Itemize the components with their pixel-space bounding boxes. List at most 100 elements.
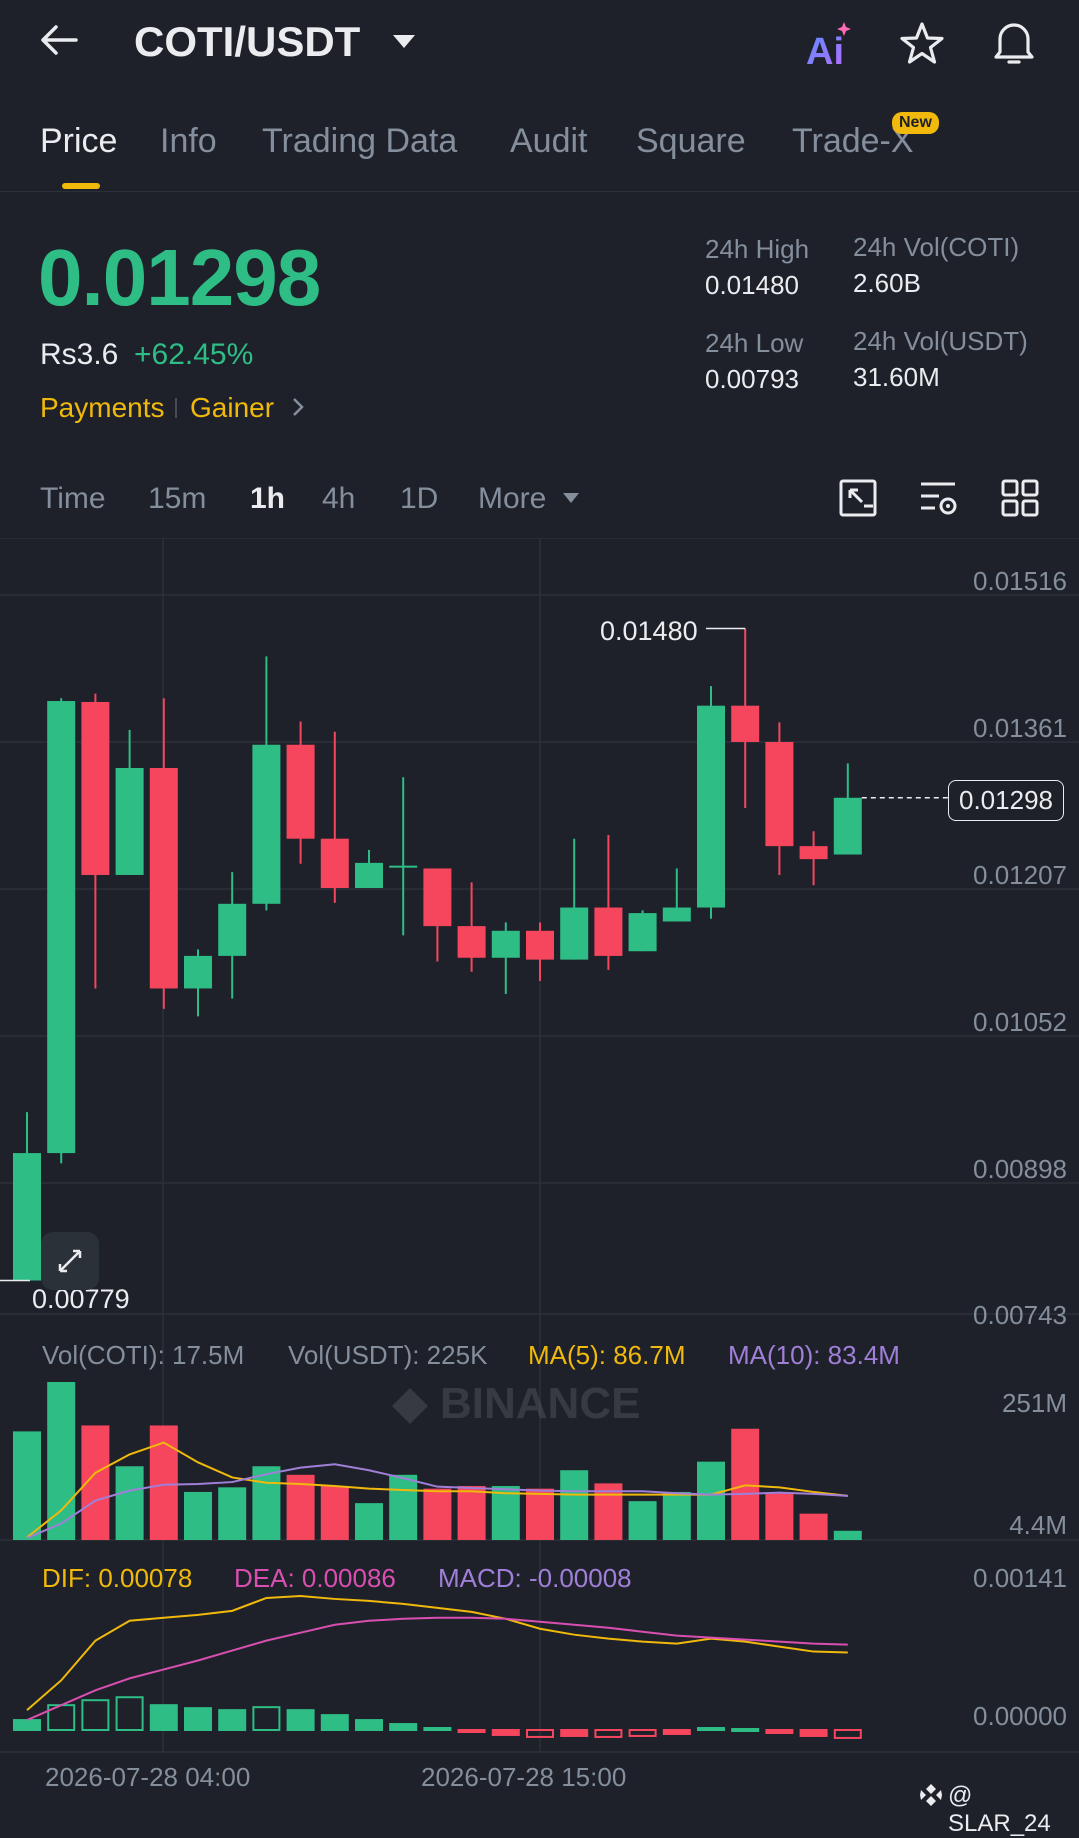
- tab-audit[interactable]: Audit: [510, 122, 588, 161]
- macd-bar: [697, 1727, 725, 1732]
- volume-bar: [13, 1431, 41, 1540]
- macd-bar: [81, 1699, 110, 1732]
- volume-bar: [662, 1491, 691, 1540]
- candle-body: [491, 930, 520, 958]
- candle-body: [799, 846, 828, 860]
- candle-body: [423, 868, 452, 927]
- macd-bar: [218, 1709, 247, 1732]
- volume-bar: [765, 1493, 794, 1540]
- layout-grid-icon[interactable]: [1000, 478, 1040, 518]
- macd-bar: [115, 1696, 144, 1731]
- low-label: 24h Low: [705, 328, 804, 358]
- volume-bar: [218, 1487, 247, 1540]
- low-value: 0.00793: [705, 364, 799, 394]
- price-chart[interactable]: BINANCE: [0, 538, 1079, 1800]
- footer-watermark: @ SLAR_24: [948, 1782, 1051, 1837]
- candle-body: [628, 913, 657, 952]
- indicator-settings-icon[interactable]: [918, 478, 960, 518]
- candle-body: [115, 768, 144, 875]
- candle-body: [697, 705, 725, 908]
- vol-coti-label: 24h Vol(COTI): [853, 232, 1020, 262]
- macd-bar: [628, 1729, 657, 1737]
- x-tick: 2026-07-28 15:00: [421, 1762, 627, 1792]
- y-tick: 0.00743: [973, 1300, 1067, 1330]
- timeframe-more[interactable]: More: [478, 482, 546, 516]
- candle-body: [560, 907, 589, 960]
- macd-bar: [765, 1729, 794, 1734]
- macd-bar: [13, 1719, 41, 1732]
- dif-line: [26, 1594, 848, 1711]
- y-tick: 0.01361: [973, 713, 1067, 743]
- chevron-right-icon[interactable]: [290, 396, 306, 418]
- back-arrow-icon[interactable]: [40, 24, 80, 56]
- macd-bar: [833, 1729, 862, 1739]
- macd-bar: [184, 1707, 212, 1731]
- vol-usdt-label: 24h Vol(USDT): [853, 326, 1028, 356]
- last-price-tag: 0.01298: [948, 780, 1064, 821]
- macd-bar: [389, 1723, 418, 1732]
- high-label: 24h High: [705, 234, 810, 264]
- vol-coti-value: 2.60B: [853, 268, 921, 298]
- active-tab-indicator: [62, 183, 100, 189]
- tab-info[interactable]: Info: [160, 122, 217, 161]
- candle-body: [389, 865, 418, 868]
- star-icon[interactable]: [898, 20, 946, 68]
- macd-bar: [594, 1729, 623, 1738]
- timeframe-15m[interactable]: 15m: [148, 482, 206, 516]
- candle-body: [149, 768, 178, 989]
- ai-icon[interactable]: Ai: [804, 20, 854, 66]
- macd-bar: [799, 1729, 828, 1737]
- high-value: 0.01480: [705, 270, 799, 300]
- new-badge: New: [892, 112, 939, 134]
- bell-icon[interactable]: [990, 18, 1038, 68]
- volume-bars: [13, 1382, 862, 1540]
- macd-bar: [149, 1704, 178, 1731]
- tab-square[interactable]: Square: [636, 122, 746, 161]
- timeframe-time[interactable]: Time: [40, 482, 106, 516]
- tab-trading-data[interactable]: Trading Data: [262, 122, 457, 161]
- tag-gainer[interactable]: Gainer: [190, 392, 274, 424]
- timeframe-1d[interactable]: 1D: [400, 482, 438, 516]
- tag-divider: [175, 398, 177, 418]
- candle-body: [252, 744, 281, 904]
- timeframe-4h[interactable]: 4h: [322, 482, 355, 516]
- dif-legend: DIF: 0.00078: [42, 1563, 193, 1593]
- volume-bar: [115, 1466, 144, 1540]
- svg-text:BINANCE: BINANCE: [440, 1379, 640, 1428]
- macd-histogram: [13, 1696, 862, 1739]
- volume-bar: [799, 1513, 828, 1540]
- volume-bar: [526, 1488, 554, 1540]
- candle-body: [833, 797, 862, 855]
- fullscreen-chart-icon[interactable]: [838, 478, 878, 518]
- candle-body: [184, 955, 212, 989]
- y-tick: 0.01207: [973, 860, 1067, 890]
- tab-price[interactable]: Price: [40, 122, 117, 161]
- macd-bar: [560, 1729, 589, 1737]
- volume-bar: [184, 1491, 212, 1540]
- more-caret-icon[interactable]: [562, 492, 580, 504]
- fiat-price: Rs3.6: [40, 338, 119, 371]
- volume-bar: [697, 1461, 725, 1540]
- vol-tick: 4.4M: [1009, 1510, 1067, 1540]
- ma10-legend: MA(10): 83.4M: [728, 1340, 900, 1370]
- caret-down-icon[interactable]: [392, 34, 416, 50]
- tag-payments[interactable]: Payments: [40, 392, 165, 424]
- vol-tick: 251M: [1001, 1388, 1067, 1418]
- volume-bar: [320, 1486, 349, 1540]
- timeframe-1h[interactable]: 1h: [250, 482, 285, 516]
- volume-bar: [560, 1470, 589, 1540]
- y-tick: 0.01516: [973, 566, 1067, 596]
- candle-body: [662, 907, 691, 922]
- binance-logo-icon: [920, 1784, 942, 1806]
- candle-body: [731, 705, 760, 742]
- macd-bar: [457, 1729, 486, 1733]
- vol-usdt-legend: Vol(USDT): 225K: [288, 1340, 488, 1370]
- pair-title[interactable]: COTI/USDT: [134, 18, 360, 66]
- expand-chart-button[interactable]: [41, 1232, 99, 1290]
- y-tick: 0.01052: [973, 1007, 1067, 1037]
- binance-watermark-icon: BINANCE: [392, 1379, 640, 1428]
- macd-bar: [286, 1709, 315, 1732]
- candle-body: [218, 903, 247, 956]
- candle-body: [457, 926, 486, 958]
- macd-bar: [491, 1729, 520, 1736]
